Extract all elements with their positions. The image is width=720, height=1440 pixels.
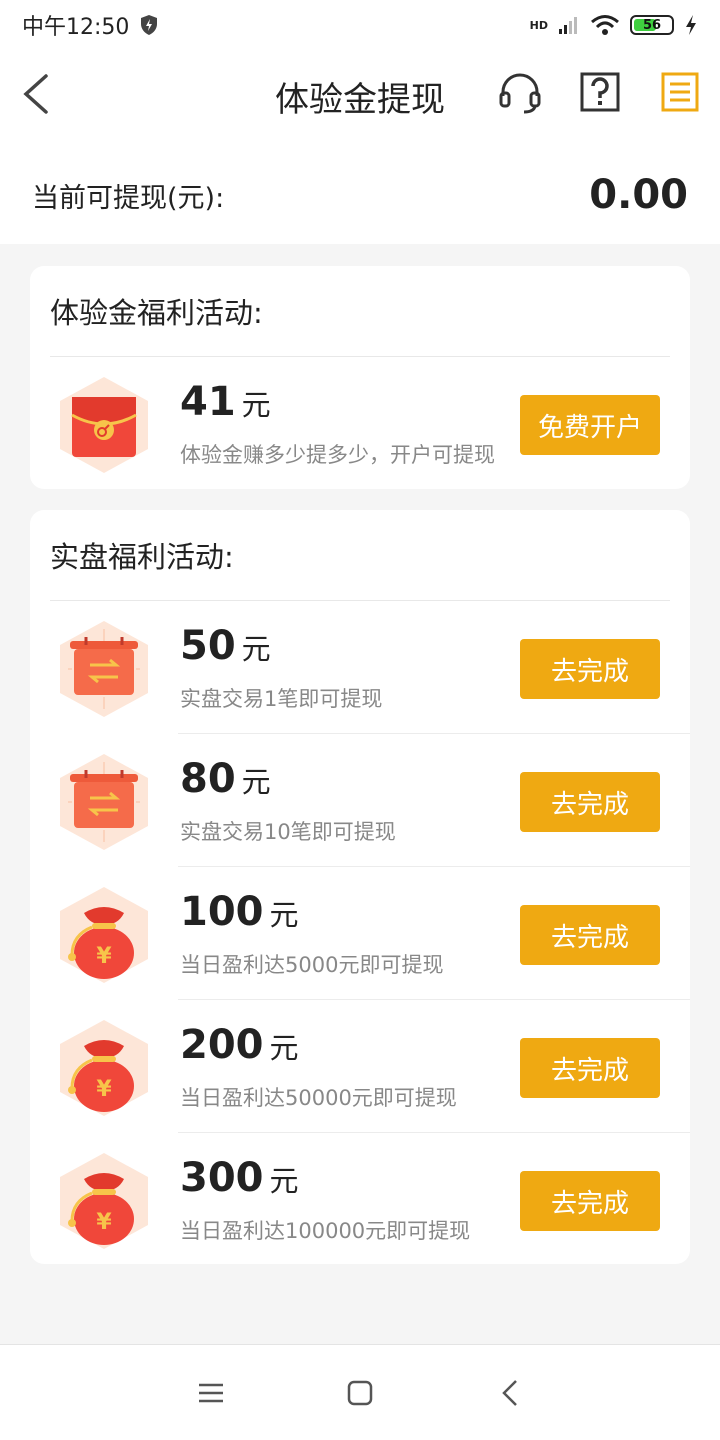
reward-description: 当日盈利达100000元即可提现 [180, 1219, 471, 1243]
battery-level: 56 [642, 17, 662, 33]
reward-description: 体验金赚多少提多少，开户可提现 [180, 443, 495, 467]
money-bag-icon: ¥ [60, 1020, 148, 1116]
reward-amount: 80 元 [180, 756, 271, 802]
reward-amount: 50 元 [180, 623, 271, 669]
svg-text:¥: ¥ [96, 1077, 112, 1102]
reward-description: 当日盈利达50000元即可提现 [180, 1086, 457, 1110]
list-item: 50 元 实盘交易1笔即可提现 去完成 [30, 601, 690, 734]
trial-fund-section: 体验金福利活动: 41 元 体验金赚多少提多少，开户可提现 免费开户 [30, 266, 690, 489]
list-item: ¥ 100 元 当日盈利达5000元即可提现 去完成 [30, 867, 690, 1000]
list-item: ¥ 200 元 当日盈利达50000元即可提现 去完成 [30, 1000, 690, 1133]
balance-value: 0.00 [589, 172, 688, 218]
app-header: 体验金提现 [0, 50, 720, 140]
reward-amount: 300 元 [180, 1155, 299, 1201]
money-bag-icon: ¥ [60, 1153, 148, 1249]
balance-label: 当前可提现(元): [32, 183, 225, 214]
reward-description: 实盘交易10笔即可提现 [180, 820, 396, 844]
reward-description: 当日盈利达5000元即可提现 [180, 953, 444, 977]
home-icon[interactable] [344, 1377, 376, 1409]
red-envelope-icon [60, 377, 148, 473]
headset-icon[interactable] [498, 70, 542, 114]
status-time: 中午12:50 [22, 15, 130, 40]
nav-back-icon[interactable] [496, 1377, 528, 1409]
list-item: 41 元 体验金赚多少提多少，开户可提现 免费开户 [30, 357, 690, 489]
reward-amount: 100 元 [180, 889, 299, 935]
list-item: ¥ 300 元 当日盈利达100000元即可提现 去完成 [30, 1133, 690, 1264]
section-title: 体验金福利活动: [50, 296, 263, 330]
wifi-icon [591, 15, 619, 35]
live-trading-section: 实盘福利活动: 50 元 实盘交易1笔即可提现 去完成 80 元 实盘交易10笔… [30, 510, 690, 1264]
balance-panel: 当前可提现(元): 0.00 [0, 140, 720, 244]
svg-text:¥: ¥ [96, 1210, 112, 1235]
complete-task-button[interactable]: 去完成 [520, 1038, 660, 1098]
menu-icon[interactable] [195, 1377, 227, 1409]
section-title: 实盘福利活动: [50, 540, 234, 574]
battery-indicator: 56 [630, 15, 674, 35]
complete-task-button[interactable]: 去完成 [520, 639, 660, 699]
complete-task-button[interactable]: 去完成 [520, 905, 660, 965]
trade-board-icon [60, 621, 148, 717]
open-account-button[interactable]: 免费开户 [520, 395, 660, 455]
reward-amount: 200 元 [180, 1022, 299, 1068]
shield-icon [141, 15, 158, 35]
charging-icon [686, 15, 696, 35]
complete-task-button[interactable]: 去完成 [520, 772, 660, 832]
status-bar: 中午12:50 HD 56 [0, 0, 720, 50]
signal-icon [559, 17, 577, 34]
reward-description: 实盘交易1笔即可提现 [180, 687, 383, 711]
reward-amount: 41 元 [180, 379, 271, 425]
help-icon[interactable] [578, 70, 622, 114]
trade-board-icon [60, 754, 148, 850]
network-label: HD [529, 18, 548, 32]
complete-task-button[interactable]: 去完成 [520, 1171, 660, 1231]
record-list-icon[interactable] [658, 70, 702, 114]
money-bag-icon: ¥ [60, 887, 148, 983]
list-item: 80 元 实盘交易10笔即可提现 去完成 [30, 734, 690, 867]
system-nav-bar [0, 1344, 720, 1440]
svg-text:¥: ¥ [96, 944, 112, 969]
